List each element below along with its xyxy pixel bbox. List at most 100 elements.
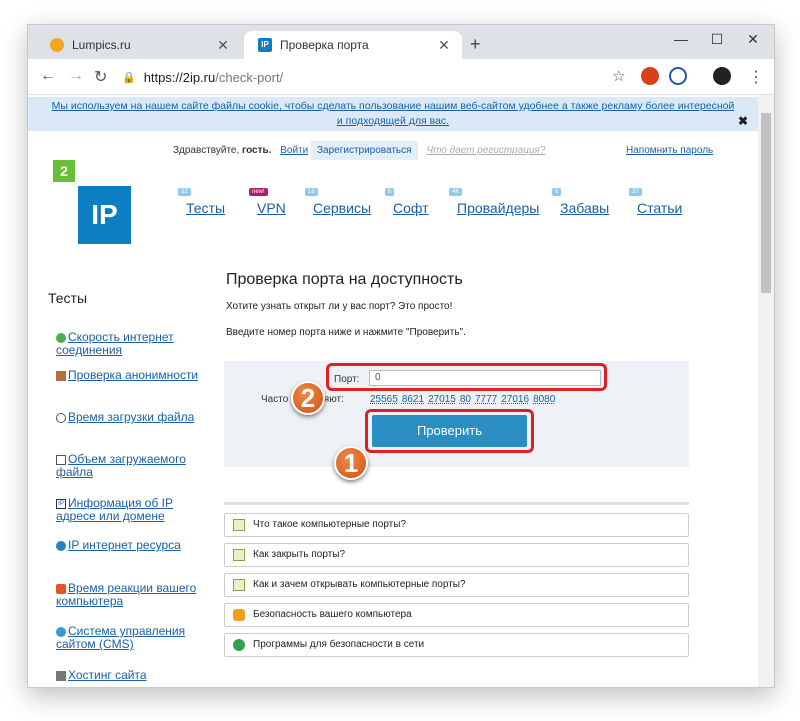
button-highlight <box>365 409 534 453</box>
faq-label: Программы для безопасности в сети <box>253 639 425 650</box>
faq-label: Что такое компьютерные порты? <box>253 519 407 530</box>
menu-vpn[interactable]: new! VPN <box>249 188 286 216</box>
maximize-icon[interactable]: ☐ <box>707 31 727 48</box>
login-link[interactable]: Войти <box>280 145 308 156</box>
menu-label: Забавы <box>560 200 610 216</box>
port-highlight <box>326 363 607 391</box>
menu-kebab-icon[interactable]: ⋮ <box>748 67 764 87</box>
why-register-link[interactable]: Что дает регистрация? <box>426 145 545 156</box>
cookie-text[interactable]: Мы используем на нашем сайте файлы cooki… <box>52 100 735 127</box>
minimize-icon[interactable]: — <box>671 31 691 47</box>
sidebar-item-file-size[interactable]: Объем загружаемого файла <box>56 453 206 479</box>
menu-fun[interactable]: 6 Забавы <box>552 188 610 216</box>
menu-label: Провайдеры <box>457 200 540 216</box>
cms-icon <box>56 626 66 637</box>
sidebar-item-label: Скорость интернет соединения <box>56 330 174 357</box>
sidebar-item-anonymity[interactable]: Проверка анонимности <box>56 369 206 382</box>
divider <box>224 502 689 505</box>
menu-badge: 37 <box>629 188 642 196</box>
sidebar-item-speed[interactable]: Скорость интернет соединения <box>56 331 206 357</box>
menu-services[interactable]: 18 Сервисы <box>305 188 372 216</box>
sidebar-item-label: Система управления сайтом (CMS) <box>56 624 186 651</box>
ip-icon: IP <box>56 498 66 509</box>
sidebar-title: Тесты <box>48 290 88 306</box>
menu-soft[interactable]: 6 Софт <box>385 188 429 216</box>
bookmark-star-icon[interactable]: ☆ <box>612 67 625 85</box>
faq-item[interactable]: Программы для безопасности в сети <box>224 633 689 657</box>
sidebar-item-label: Объем загружаемого файла <box>56 452 186 479</box>
vpn-extension-icon[interactable] <box>669 67 687 85</box>
menu-badge: 6 <box>552 188 562 196</box>
sidebar-item-label: IP интернет ресурса <box>68 538 181 552</box>
menu-providers[interactable]: 4K Провайдеры <box>449 188 540 216</box>
menu-label: Сервисы <box>313 200 372 216</box>
faq-item[interactable]: Как и зачем открывать компьютерные порты… <box>224 573 689 597</box>
menu-label: VPN <box>257 200 286 216</box>
sidebar-item-ip-info[interactable]: IP Информация об IP адресе или домене <box>56 497 206 523</box>
close-icon[interactable]: ✕ <box>436 37 452 54</box>
faq-item[interactable]: Как закрыть порты? <box>224 543 689 567</box>
extension-icon[interactable] <box>641 67 659 85</box>
page-title: Проверка порта на доступность <box>226 271 463 288</box>
reaction-icon <box>56 583 66 594</box>
tab-label: Lumpics.ru <box>72 38 131 52</box>
browser-window: Lumpics.ru ✕ IP Проверка порта ✕ + — ☐ ✕… <box>27 24 775 688</box>
speed-icon <box>56 332 66 343</box>
clock-icon <box>56 412 66 423</box>
sidebar-item-reaction-time[interactable]: Время реакции вашего компьютера <box>56 582 206 608</box>
cookie-close-icon[interactable]: ✖ <box>738 114 748 129</box>
port-link[interactable]: 27015 <box>428 394 456 405</box>
port-link[interactable]: 80 <box>460 394 471 405</box>
ruler-icon <box>56 454 66 465</box>
page-content: Мы используем на нашем сайте файлы cooki… <box>28 95 758 687</box>
reload-icon[interactable]: ↻ <box>94 67 107 87</box>
login-bar: Здравствуйте, гость. Войти Зарегистриров… <box>173 141 545 160</box>
logo-badge: 2 <box>53 160 75 182</box>
avatar[interactable] <box>713 67 731 85</box>
forward-icon[interactable]: → <box>68 67 84 85</box>
port-link[interactable]: 7777 <box>475 394 497 405</box>
menu-badge: 32 <box>178 188 191 196</box>
sidebar-item-hosting[interactable]: Хостинг сайта <box>56 669 206 682</box>
faq-item[interactable]: Что такое компьютерные порты? <box>224 513 689 537</box>
close-icon[interactable]: ✕ <box>215 37 231 54</box>
scrollbar-thumb[interactable] <box>761 113 771 293</box>
sidebar-item-label: Информация об IP адресе или домене <box>56 496 174 523</box>
url-path: /check-port/ <box>215 69 284 85</box>
common-ports: 25565 8621 27015 80 7777 27016 8080 <box>370 394 559 405</box>
lumpics-favicon-icon <box>50 38 64 52</box>
document-icon <box>233 579 245 591</box>
register-button[interactable]: Зарегистрироваться <box>311 141 418 160</box>
site-logo[interactable]: IP <box>78 186 131 244</box>
port-link[interactable]: 25565 <box>370 394 398 405</box>
faq-label: Как и зачем открывать компьютерные порты… <box>253 579 466 590</box>
scrollbar[interactable] <box>758 95 774 687</box>
remind-password-link[interactable]: Напомнить пароль <box>626 145 713 156</box>
instruction-text: Введите номер порта ниже и нажмите "Пров… <box>226 327 466 338</box>
sidebar-item-download-time[interactable]: Время загрузки файла <box>56 411 206 424</box>
document-icon <box>233 549 245 561</box>
url-host: https://2ip.ru <box>143 69 216 85</box>
address-bar[interactable]: 🔒 https://2ip.ru/check-port/ <box>122 65 628 89</box>
faq-item[interactable]: Безопасность вашего компьютера <box>224 603 689 627</box>
port-link[interactable]: 8621 <box>402 394 424 405</box>
tab-check-port[interactable]: IP Проверка порта ✕ <box>244 31 462 59</box>
port-link[interactable]: 8080 <box>533 394 555 405</box>
lock-icon <box>233 609 245 621</box>
new-tab-icon[interactable]: + <box>470 34 481 55</box>
port-link[interactable]: 27016 <box>501 394 529 405</box>
remind-password: Напомнить пароль <box>626 145 713 156</box>
back-icon[interactable]: ← <box>40 67 56 85</box>
menu-label: Статьи <box>637 200 683 216</box>
menu-label: Тесты <box>186 200 226 216</box>
faq-label: Как закрыть порты? <box>253 549 346 560</box>
document-icon <box>233 519 245 531</box>
menu-articles[interactable]: 37 Статьи <box>629 188 683 216</box>
window-close-icon[interactable]: ✕ <box>743 31 763 48</box>
menu-tests[interactable]: 32 Тесты <box>178 188 226 216</box>
browser-toolbar: ← → ↻ 🔒 https://2ip.ru/check-port/ ☆ ⋮ <box>28 59 774 95</box>
sidebar-item-cms[interactable]: Система управления сайтом (CMS) <box>56 625 206 651</box>
globe-icon <box>56 540 66 551</box>
tab-lumpics[interactable]: Lumpics.ru ✕ <box>36 31 241 59</box>
sidebar-item-ip-resource[interactable]: IP интернет ресурса <box>56 539 206 552</box>
